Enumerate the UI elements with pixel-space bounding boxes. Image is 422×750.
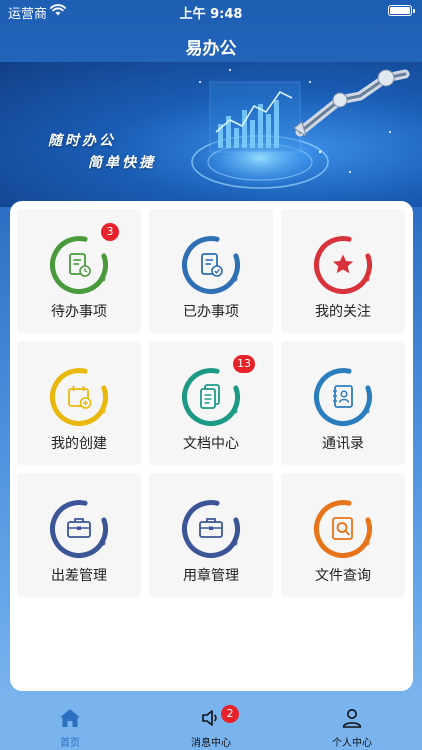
tile-label: 出差管理 — [51, 568, 107, 584]
banner-slogan-2: 简单快捷 — [88, 155, 156, 171]
hero-banner: 随时办公 简单快捷 — [0, 62, 422, 207]
tile-label: 文档中心 — [183, 436, 239, 452]
clock: 上午 9:48 — [179, 7, 243, 22]
tile-business-trip[interactable]: 出差管理 — [17, 473, 141, 597]
documents-count-badge: 13 — [233, 355, 255, 373]
todo-list-clock-icon — [49, 235, 109, 295]
tile-file-search[interactable]: 文件查询 — [281, 473, 405, 597]
feature-grid-card: 待办事项 3 已办事项 我的关注 我的创建 文档中心 13 通讯录 出差管理 用… — [10, 201, 413, 691]
person-icon — [342, 709, 362, 728]
file-search-icon — [313, 499, 373, 559]
tile-seal-management[interactable]: 用章管理 — [149, 473, 273, 597]
tab-profile[interactable]: 个人中心 — [282, 706, 422, 750]
tile-label: 我的创建 — [51, 436, 107, 452]
briefcase-icon — [181, 499, 241, 559]
calendar-add-icon — [49, 367, 109, 427]
tile-label: 待办事项 — [51, 304, 107, 320]
briefcase-icon — [49, 499, 109, 559]
tab-profile-label: 个人中心 — [332, 738, 372, 749]
tile-label: 已办事项 — [183, 304, 239, 320]
speaker-icon — [202, 710, 217, 726]
tile-todo[interactable]: 待办事项 3 — [17, 209, 141, 333]
banner-slogan-1: 随时办公 — [48, 133, 116, 149]
tab-messages[interactable]: 消息中心 2 — [141, 705, 281, 750]
messages-count-badge: 2 — [221, 705, 239, 723]
robot-chart-illustration — [191, 69, 410, 189]
star-icon — [313, 235, 373, 295]
tab-messages-label: 消息中心 — [191, 738, 231, 749]
tile-done[interactable]: 已办事项 — [149, 209, 273, 333]
tile-documents[interactable]: 文档中心 13 — [149, 341, 273, 465]
tab-home[interactable]: 首页 — [0, 706, 140, 750]
documents-icon — [181, 367, 241, 427]
tile-contacts[interactable]: 通讯录 — [281, 341, 405, 465]
home-icon — [60, 709, 80, 727]
tile-favorites[interactable]: 我的关注 — [281, 209, 405, 333]
status-bar: 运营商 上午 9:48 — [0, 0, 422, 22]
tile-label: 用章管理 — [183, 568, 239, 584]
battery-icon — [388, 5, 415, 16]
tile-label: 文件查询 — [315, 568, 371, 584]
tile-label: 我的关注 — [315, 304, 371, 320]
page-title: 易办公 — [185, 39, 237, 59]
tile-label: 通讯录 — [322, 436, 364, 452]
todo-count-badge: 3 — [101, 223, 119, 241]
feature-grid: 待办事项 3 已办事项 我的关注 我的创建 文档中心 13 通讯录 出差管理 用… — [17, 209, 406, 597]
done-list-check-icon — [181, 235, 241, 295]
tile-my-created[interactable]: 我的创建 — [17, 341, 141, 465]
bottom-tab-bar: 首页 消息中心 2 个人中心 — [0, 700, 422, 750]
tab-home-label: 首页 — [60, 738, 80, 749]
contact-book-icon — [313, 367, 373, 427]
